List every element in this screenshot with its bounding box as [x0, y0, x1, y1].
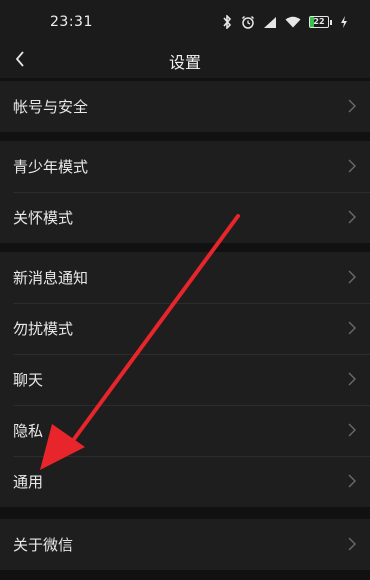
alarm-icon: [241, 15, 255, 29]
settings-item-label: 新消息通知: [13, 269, 89, 287]
settings-item-label: 青少年模式: [13, 158, 89, 176]
page-title: 设置: [168, 53, 201, 72]
chevron-right-icon: [348, 270, 356, 284]
settings-group-account: 帐号与安全: [0, 81, 370, 132]
status-time: 23:31: [50, 14, 93, 30]
chevron-right-icon: [348, 159, 356, 173]
settings-item-label: 帐号与安全: [13, 98, 89, 116]
settings-item-label: 聊天: [13, 371, 44, 389]
chevron-right-icon: [348, 99, 356, 113]
chevron-right-icon: [348, 423, 356, 437]
settings-item-teen-mode[interactable]: 青少年模式: [0, 141, 370, 192]
settings-item-chat[interactable]: 聊天: [0, 354, 370, 405]
battery-icon: 22: [309, 16, 329, 28]
settings-item-label: 通用: [13, 473, 44, 491]
settings-item-about-wechat[interactable]: 关于微信: [0, 519, 370, 570]
settings-item-label: 关于微信: [13, 536, 74, 554]
status-bar: 23:31 22: [0, 0, 370, 44]
settings-group-modes: 青少年模式 关怀模式: [0, 141, 370, 243]
settings-item-care-mode[interactable]: 关怀模式: [0, 192, 370, 243]
settings-item-label: 关怀模式: [13, 209, 74, 227]
chevron-right-icon: [348, 537, 356, 551]
status-icons: 22: [221, 15, 348, 29]
chevron-right-icon: [348, 372, 356, 386]
settings-group-about: 关于微信: [0, 519, 370, 570]
chevron-right-icon: [348, 210, 356, 224]
settings-group-general: 新消息通知 勿扰模式 聊天 隐私 通用: [0, 252, 370, 507]
bluetooth-icon: [221, 15, 233, 29]
settings-item-privacy[interactable]: 隐私: [0, 405, 370, 456]
nav-bar: 设置: [0, 44, 370, 78]
settings-item-do-not-disturb[interactable]: 勿扰模式: [0, 303, 370, 354]
settings-item-account-security[interactable]: 帐号与安全: [0, 81, 370, 132]
wifi-icon: [285, 16, 301, 28]
chevron-right-icon: [348, 474, 356, 488]
battery-level: 22: [313, 17, 325, 26]
settings-item-label: 隐私: [13, 422, 44, 440]
settings-item-label: 勿扰模式: [13, 320, 74, 338]
battery-cap: [330, 19, 332, 25]
settings-item-general[interactable]: 通用: [0, 456, 370, 507]
charging-icon: [340, 16, 348, 28]
signal-icon: [263, 16, 277, 29]
chevron-right-icon: [348, 321, 356, 335]
settings-item-notifications[interactable]: 新消息通知: [0, 252, 370, 303]
